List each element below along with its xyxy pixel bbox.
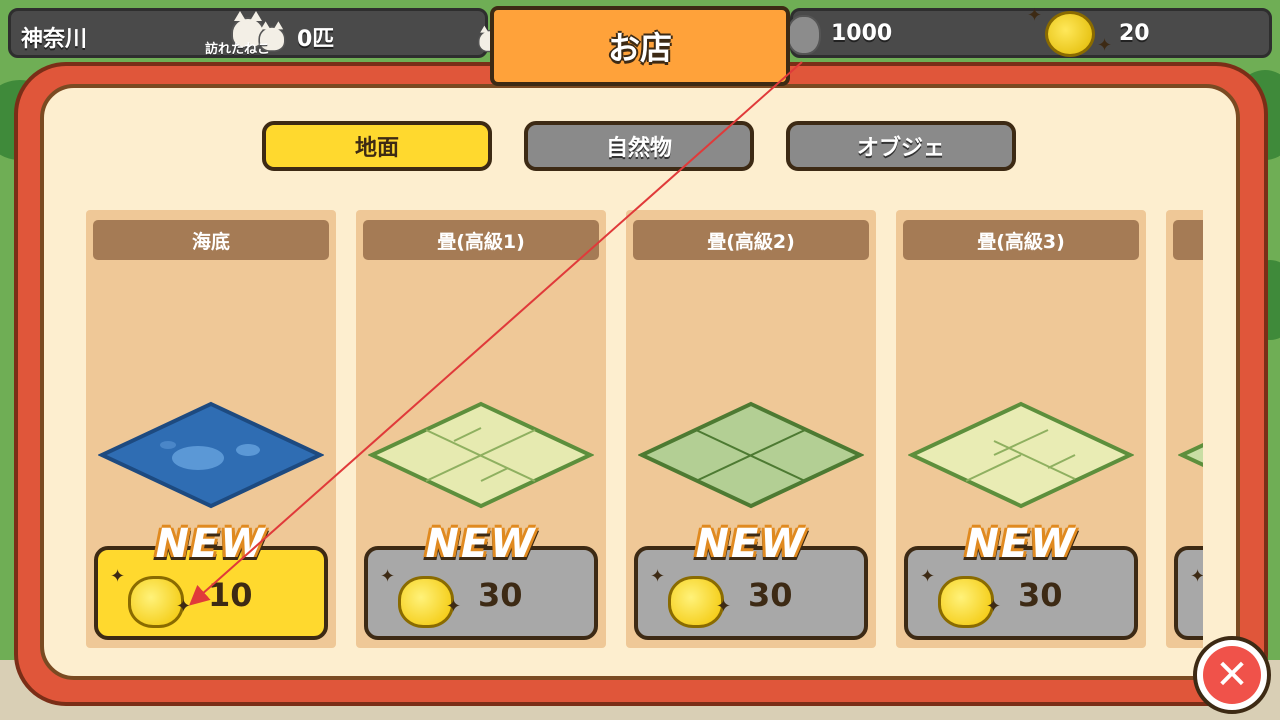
- currency-pill: 1000 ✦ ✦ 20: [787, 5, 1272, 58]
- gold-amount: 20: [1119, 21, 1150, 46]
- item-name: 畳(高級1): [363, 220, 599, 260]
- sparkle-icon: ✦: [110, 566, 126, 587]
- shop-item-card[interactable]: 海底 NEW ✦ ✦ 10: [86, 210, 336, 648]
- item-name: [1173, 220, 1203, 260]
- new-badge: NEW: [695, 521, 807, 567]
- sparkle-icon: ✦: [446, 596, 462, 617]
- item-price: 30: [1018, 576, 1063, 614]
- silver-coin-icon: [787, 15, 821, 55]
- sparkle-icon: ✦: [1097, 35, 1113, 56]
- tab-objects[interactable]: オブジェ: [786, 121, 1016, 171]
- sparkle-icon: ✦: [1027, 5, 1043, 26]
- sparkle-icon: ✦: [986, 596, 1002, 617]
- shop-title-tab: お店: [490, 6, 790, 86]
- visitors-count: 0匹: [297, 27, 335, 52]
- new-badge: NEW: [425, 521, 537, 567]
- gold-coin-icon: [1045, 11, 1095, 57]
- sparkle-icon: ✦: [650, 566, 666, 587]
- tab-ground[interactable]: 地面: [262, 121, 492, 171]
- sparkle-icon: ✦: [716, 596, 732, 617]
- sparkle-icon: ✦: [380, 566, 396, 587]
- shop-item-card-partial[interactable]: ✦: [1166, 210, 1203, 648]
- location-label: 神奈川: [21, 27, 88, 52]
- close-icon: ✕: [1203, 646, 1261, 704]
- shop-item-card[interactable]: 畳(高級3) NEW ✦ ✦ 30: [896, 210, 1146, 648]
- item-price: 30: [478, 576, 523, 614]
- tatami-tile-image: [368, 401, 594, 509]
- item-price: 10: [208, 576, 253, 614]
- tatami-tile-image: [908, 401, 1134, 509]
- sparkle-icon: ✦: [176, 596, 192, 617]
- buy-button[interactable]: ✦: [1174, 546, 1203, 640]
- shop-item-card[interactable]: 畳(高級1) NEW ✦ ✦ 30: [356, 210, 606, 648]
- new-badge: NEW: [155, 521, 267, 567]
- tile-image: [1178, 442, 1203, 468]
- new-badge: NEW: [965, 521, 1077, 567]
- shop-title: お店: [607, 29, 672, 67]
- item-list[interactable]: 海底 NEW ✦ ✦ 10 畳(高級1) NEW ✦ ✦ 30 畳(高級2) N…: [86, 210, 1203, 650]
- currency-amount: 1000: [831, 21, 893, 46]
- seabed-tile-image: [98, 401, 324, 509]
- shop-item-card[interactable]: 畳(高級2) NEW ✦ ✦ 30: [626, 210, 876, 648]
- item-name: 畳(高級3): [903, 220, 1139, 260]
- sparkle-icon: ✦: [920, 566, 936, 587]
- sparkle-icon: ✦: [1190, 566, 1203, 587]
- tab-nature[interactable]: 自然物: [524, 121, 754, 171]
- visitors-label: 訪れたねこ: [205, 42, 271, 57]
- item-name: 海底: [93, 220, 329, 260]
- item-price: 30: [748, 576, 793, 614]
- tatami-tile-image: [638, 401, 864, 509]
- close-button[interactable]: ✕: [1193, 636, 1271, 714]
- item-name: 畳(高級2): [633, 220, 869, 260]
